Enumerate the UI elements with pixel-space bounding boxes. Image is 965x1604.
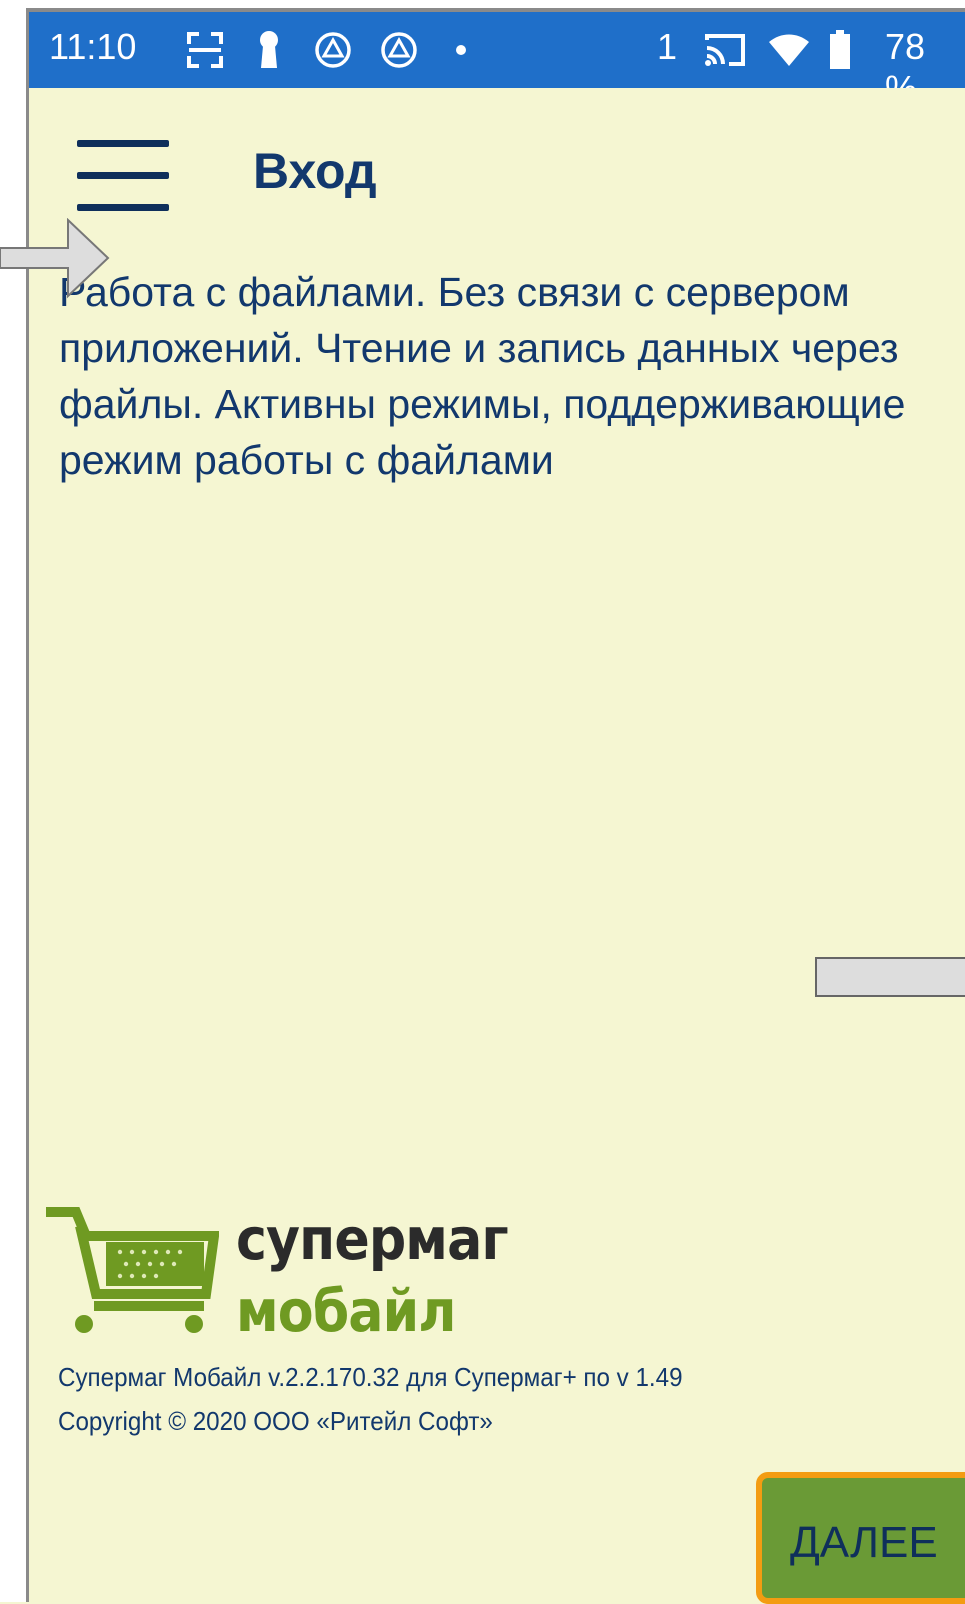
copyright-text: Copyright © 2020 ООО «Ритейл Софт»: [58, 1406, 493, 1436]
horizontal-scroll-handle[interactable]: [815, 957, 965, 997]
cart-logo-icon: [46, 1207, 219, 1333]
keyhole-icon: [257, 30, 281, 70]
cast-icon: [703, 30, 747, 70]
mode-description: Работа с файлами. Без связи с сервером п…: [59, 269, 906, 483]
status-bar: 11:10 1 78 %: [29, 12, 965, 109]
hamburger-menu-icon[interactable]: [77, 132, 169, 211]
version-text: Супермаг Мобайл v.2.2.170.32 для Суперма…: [58, 1362, 683, 1392]
notification-count: 1: [657, 26, 678, 67]
scan-icon: [187, 30, 223, 70]
drive-icon: [379, 30, 419, 70]
page-title: Вход: [253, 143, 377, 199]
drive-icon: [313, 30, 353, 70]
dot-icon: [455, 30, 467, 70]
battery-icon: [829, 30, 851, 70]
next-button-label: ДАЛЕЕ: [790, 1518, 938, 1567]
status-time: 11:10: [49, 26, 137, 67]
logo-text-supermag: супермаг: [236, 1205, 509, 1273]
next-button[interactable]: ДАЛЕЕ: [756, 1472, 965, 1604]
pointer-arrow-icon: [0, 218, 110, 299]
wifi-icon: [767, 30, 811, 70]
logo-text-mobile: мобайл: [236, 1277, 457, 1345]
